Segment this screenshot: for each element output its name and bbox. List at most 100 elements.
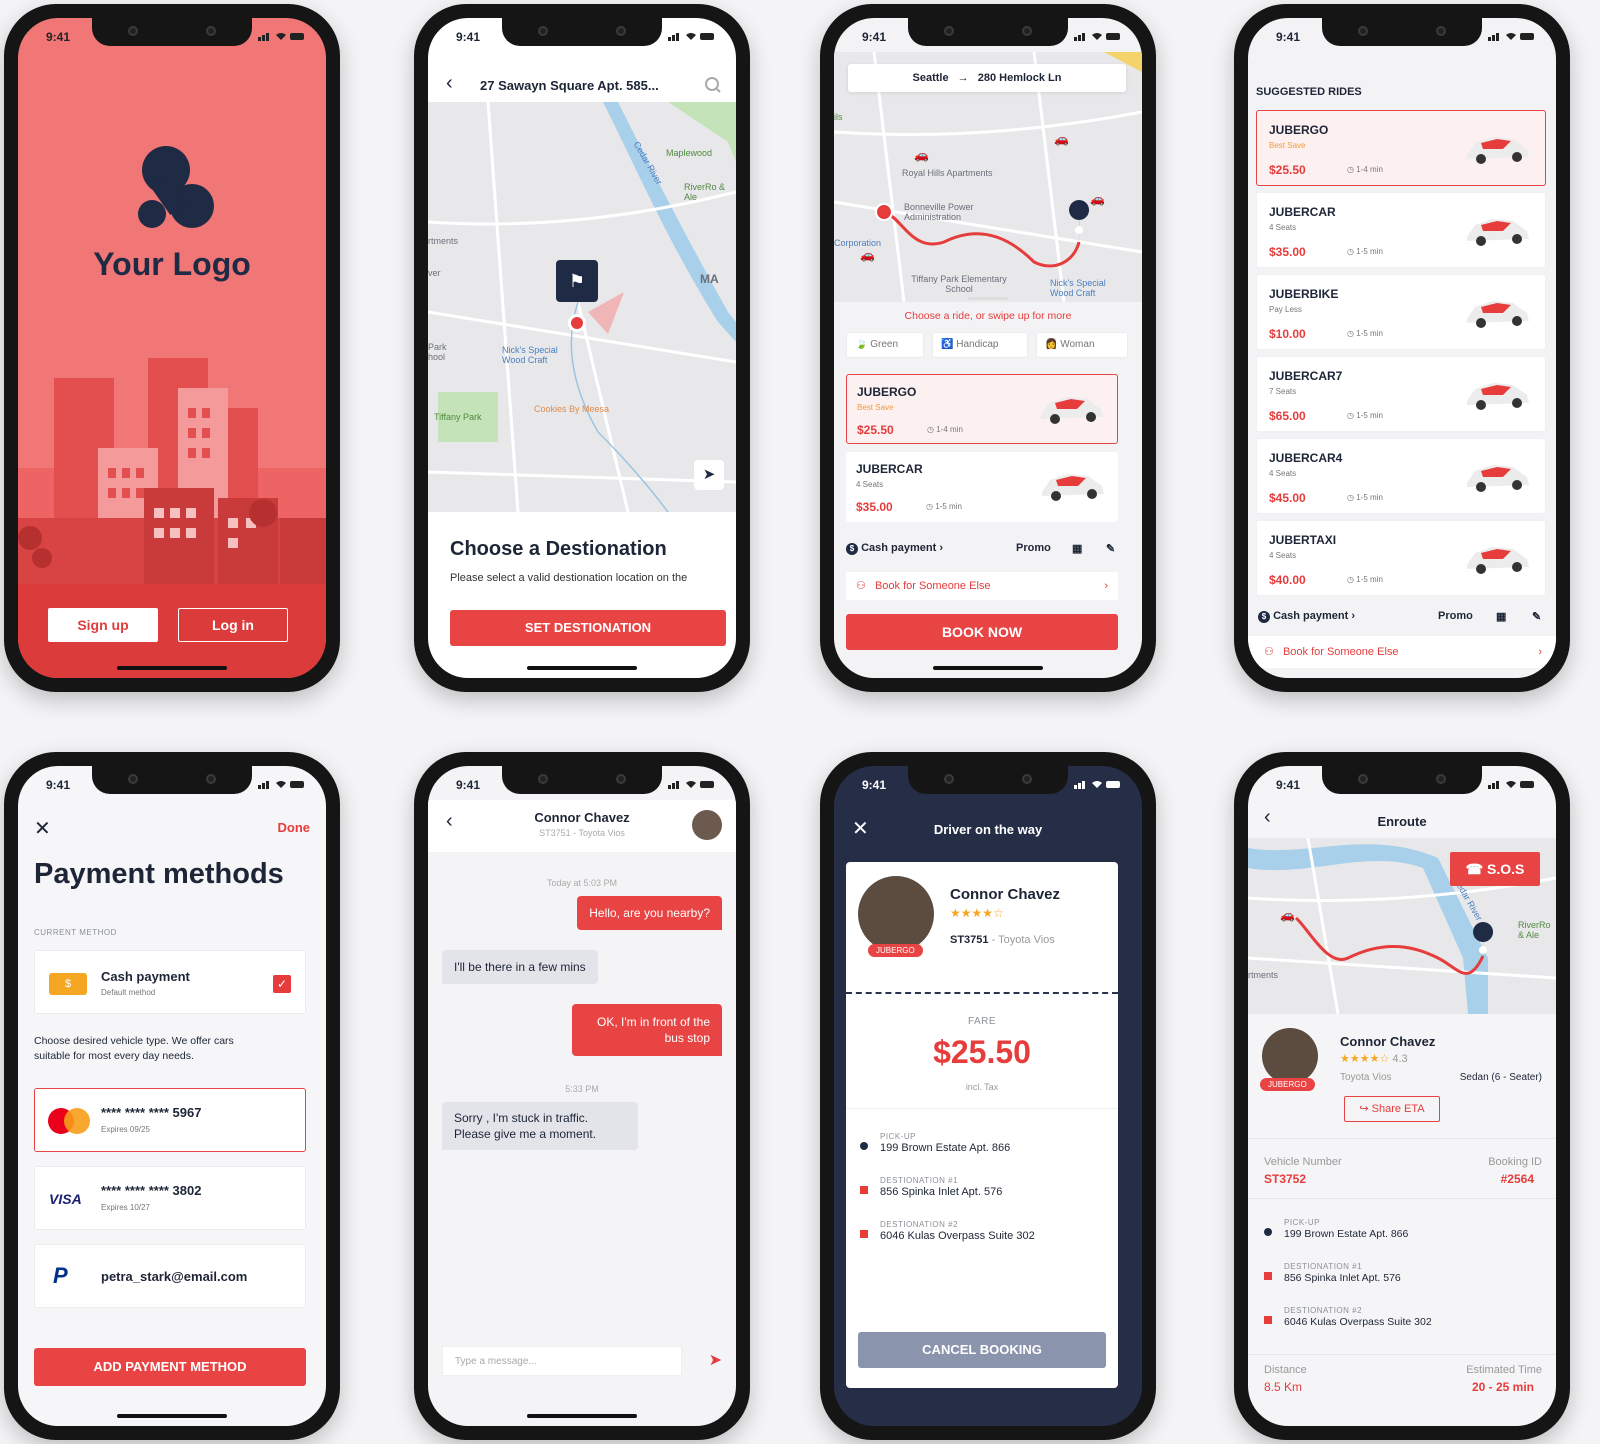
divider	[1248, 1354, 1556, 1355]
book-now-button[interactable]: BOOK NOW	[846, 614, 1118, 650]
message-input[interactable]: Type a message...	[442, 1346, 682, 1376]
ride-card[interactable]: JUBERTAXI 4 Seats $40.00 ◷ 1-5 min	[1256, 520, 1546, 596]
header-title: Driver on the way	[933, 822, 1043, 837]
ride-card[interactable]: JUBERCAR7 7 Seats $65.00 ◷ 1-5 min	[1256, 356, 1546, 432]
clock-icon: ◷	[927, 425, 934, 434]
avatar	[858, 876, 934, 952]
book-someone-row[interactable]: ⚇ Book for Someone Else ›	[846, 572, 1118, 600]
car-icon	[1463, 373, 1533, 418]
ride-card[interactable]: JUBERGO Best Save $25.50 ◷ 1-4 min	[846, 374, 1118, 444]
pickup-dot	[860, 1142, 868, 1150]
payment-method-link[interactable]: Cash payment	[1273, 610, 1348, 622]
send-icon[interactable]: ➤	[709, 1350, 722, 1370]
service-badge: JUBERGO	[868, 944, 923, 957]
sos-button[interactable]: ☎ S.O.S	[1450, 852, 1540, 886]
flag-pin-icon: ⚑	[556, 260, 598, 302]
avatar[interactable]	[692, 810, 722, 840]
filter-handicap[interactable]: ♿ Handicap	[932, 332, 1028, 358]
share-eta-button[interactable]: ↪ Share ETA	[1344, 1096, 1440, 1122]
signup-button[interactable]: Sign up	[48, 608, 158, 642]
cancel-booking-button[interactable]: CANCEL BOOKING	[858, 1332, 1106, 1368]
map-label: Tiffany Park	[434, 412, 482, 422]
clock-icon: ◷	[1347, 247, 1354, 256]
current-method-card[interactable]: $ Cash payment Default method ✓	[34, 950, 306, 1014]
location-dot	[568, 314, 586, 332]
ride-price: $40.00	[1269, 573, 1306, 587]
pickup-dot	[1264, 1228, 1272, 1236]
filter-row: 🍃 Green ♿ Handicap 👩 Woman	[846, 332, 1142, 358]
card-visa[interactable]: VISA **** **** **** 3802 Expires 10/27	[34, 1166, 306, 1230]
ride-card[interactable]: JUBERBIKE Pay Less $10.00 ◷ 1-5 min	[1256, 274, 1546, 350]
signal-icon	[258, 781, 304, 789]
map-label: rtments	[428, 236, 459, 246]
page-subtitle: Please select a valid destionation locat…	[450, 572, 688, 584]
person-icon: ⚇	[1264, 646, 1274, 658]
destination-map[interactable]: Maplewood RiverRo & Ale rtments Park hoo…	[428, 102, 736, 512]
ride-sub: 4 Seats	[1269, 223, 1297, 232]
login-button[interactable]: Log in	[178, 608, 288, 642]
destination-marker	[1264, 1272, 1272, 1280]
clock-icon: ◷	[926, 502, 933, 511]
set-destination-button[interactable]: SET DESTIONATION	[450, 610, 726, 646]
chat-header: ‹ Connor Chavez ST3751 - Toyota Vios	[428, 800, 736, 852]
ride-card[interactable]: JUBERCAR4 4 Seats $45.00 ◷ 1-5 min	[1256, 438, 1546, 514]
address-field[interactable]: 27 Sawayn Square Apt. 585...	[480, 78, 659, 93]
route-bar[interactable]: Seattle → 280 Hemlock Ln	[848, 64, 1126, 92]
edit-icon[interactable]: ✎	[1532, 610, 1541, 623]
card-mastercard[interactable]: **** **** **** 5967 Expires 09/25	[34, 1088, 306, 1152]
car-icon	[1463, 209, 1533, 254]
drawer-handle[interactable]	[968, 297, 1008, 300]
ride-name: JUBERCAR	[1269, 205, 1336, 219]
book-someone-row[interactable]: ⚇ Book for Someone Else ›	[1248, 636, 1556, 668]
logo-icon	[138, 146, 214, 228]
ride-name: JUBERCAR4	[1269, 451, 1343, 465]
filter-green[interactable]: 🍃 Green	[846, 332, 924, 358]
arrow-right-icon: →	[957, 72, 969, 84]
ride-card[interactable]: JUBERCAR 4 Seats $35.00 ◷ 1-5 min	[1256, 192, 1546, 268]
back-icon[interactable]: ‹	[446, 72, 453, 95]
clock-icon: ◷	[1347, 575, 1354, 584]
notch	[908, 18, 1068, 46]
navigate-icon[interactable]: ➤	[694, 460, 724, 490]
payment-method-link[interactable]: Cash payment	[861, 542, 936, 554]
ride-card[interactable]: JUBERGO Best Save $25.50 ◷ 1-4 min	[1256, 110, 1546, 186]
destination-marker	[1264, 1316, 1272, 1324]
add-payment-button[interactable]: ADD PAYMENT METHOD	[34, 1348, 306, 1386]
phone-driver: 9:41 ✕ Driver on the way JUBERGO Connor …	[820, 752, 1156, 1440]
signal-icon	[258, 33, 304, 41]
map-label: Nick's Special Wood Craft	[502, 345, 558, 365]
notch	[92, 18, 252, 46]
message-received: Sorry , I'm stuck in traffic. Please giv…	[442, 1102, 638, 1150]
cash-icon: $	[49, 973, 87, 995]
phone-route: 9:41 Royal Hills Apartments Bonneville P…	[820, 4, 1156, 692]
destination-marker	[860, 1186, 868, 1194]
divider	[846, 1108, 1118, 1109]
phone-payment: 9:41 ✕ Done Payment methods CURRENT METH…	[4, 752, 340, 1440]
ride-hint: Choose a ride, or swipe up for more	[904, 310, 1072, 322]
car-icon: 🚗	[1054, 132, 1069, 146]
card-paypal[interactable]: P petra_stark@email.com	[34, 1244, 306, 1308]
phone-destination: 9:41 ‹ 27 Sawayn Square Apt. 585... Mapl…	[414, 4, 750, 692]
done-button[interactable]: Done	[278, 820, 311, 835]
ride-card[interactable]: JUBERCAR 4 Seats $35.00 ◷ 1-5 min	[846, 452, 1118, 522]
edit-icon[interactable]: ✎	[1106, 542, 1115, 555]
calendar-icon[interactable]: ▦	[1496, 610, 1506, 623]
map-label: Park hool	[428, 342, 447, 362]
ride-sub: 4 Seats	[1269, 551, 1297, 560]
destination-marker	[860, 1230, 868, 1238]
paypal-icon: P	[53, 1263, 68, 1288]
filter-woman[interactable]: 👩 Woman	[1036, 332, 1128, 358]
message-sent: OK, I'm in front of the bus stop	[572, 1004, 722, 1056]
calendar-icon[interactable]: ▦	[1072, 542, 1082, 555]
promo-link[interactable]: Promo	[1438, 610, 1473, 622]
ride-eta: ◷ 1-5 min	[1347, 329, 1383, 338]
promo-link[interactable]: Promo	[1016, 542, 1051, 554]
ride-sub: Pay Less	[1269, 305, 1302, 314]
signal-icon	[668, 33, 714, 41]
close-icon[interactable]: ✕	[34, 816, 51, 841]
map-label: RiverRo & Ale	[1518, 920, 1551, 940]
message-received: I'll be there in a few mins	[442, 950, 598, 984]
checkbox-checked[interactable]: ✓	[273, 975, 291, 993]
ride-eta: ◷ 1-5 min	[1347, 411, 1383, 420]
search-icon[interactable]	[704, 76, 722, 94]
